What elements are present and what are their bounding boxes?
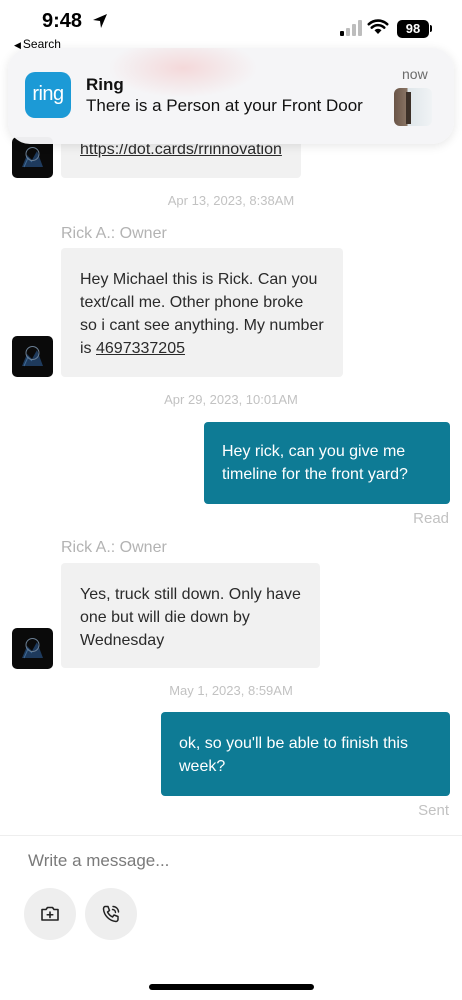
battery-indicator: 98 [397,20,429,38]
sender-label: Rick A.: Owner [61,539,167,556]
notification-message: There is a Person at your Front Door [86,96,363,115]
cellular-signal-icon [340,20,362,36]
message-line: one but will die down by [80,609,250,626]
timestamp: Apr 29, 2023, 10:01AM [164,392,298,407]
message-line: Hey Michael this is Rick. Can you [80,271,318,288]
notification-app-name: Ring [86,75,124,94]
home-indicator[interactable] [149,984,314,990]
message-line: Wednesday [80,632,165,649]
avatar-logo-icon [22,346,43,367]
message-line: ok, so you'll be able to finish this [179,735,408,752]
phone-call-icon [102,905,120,923]
message-line: Hey rick, can you give me [222,443,406,460]
read-receipt: Read [413,510,449,527]
status-bar: 9:48 ◀ Search 98 [0,0,462,51]
phone-number-link[interactable]: 4697337205 [96,340,185,357]
status-time: 9:48 [42,10,83,32]
message-line: timeline for the front yard? [222,466,408,483]
sender-label: Rick A.: Owner [61,225,167,242]
avatar[interactable] [12,628,53,669]
ring-app-icon: ring [25,72,71,118]
message-bubble-incoming: Yes, truck still down. Only have one but… [61,563,320,668]
wifi-icon [367,19,389,34]
message-bubble-outgoing: Hey rick, can you give me timeline for t… [204,422,450,504]
message-line: text/call me. Other phone broke [80,294,304,311]
notification-thumbnail [394,88,432,126]
message-bubble-outgoing: ok, so you'll be able to finish this wee… [161,712,450,796]
message-line: is 4697337205 [80,337,324,360]
message-line: Yes, truck still down. Only have [80,586,301,603]
ring-notification-banner[interactable]: ring Ring There is a Person at your Fron… [8,48,454,144]
notification-background-glow [108,48,258,98]
call-button[interactable] [85,888,137,940]
message-bubble-incoming: Hey Michael this is Rick. Can you text/c… [61,248,343,377]
message-line: so i cant see anything. My number [80,317,324,334]
timestamp: May 1, 2023, 8:59AM [169,683,293,698]
composer-divider [0,835,462,836]
message-input[interactable]: Write a message... [28,851,169,871]
notification-time: now [402,66,428,82]
message-text: is [80,340,96,357]
avatar-logo-icon [22,638,43,659]
battery-tip [430,25,432,32]
location-arrow-icon [93,14,107,28]
message-line: week? [179,758,226,775]
camera-add-icon [41,906,59,921]
back-triangle-icon: ◀ [14,40,21,50]
sent-receipt: Sent [418,802,449,819]
avatar[interactable] [12,336,53,377]
timestamp: Apr 13, 2023, 8:38AM [167,193,295,208]
add-photo-button[interactable] [24,888,76,940]
avatar-logo-icon [22,147,43,168]
thumbnail-door-frame [406,92,411,124]
